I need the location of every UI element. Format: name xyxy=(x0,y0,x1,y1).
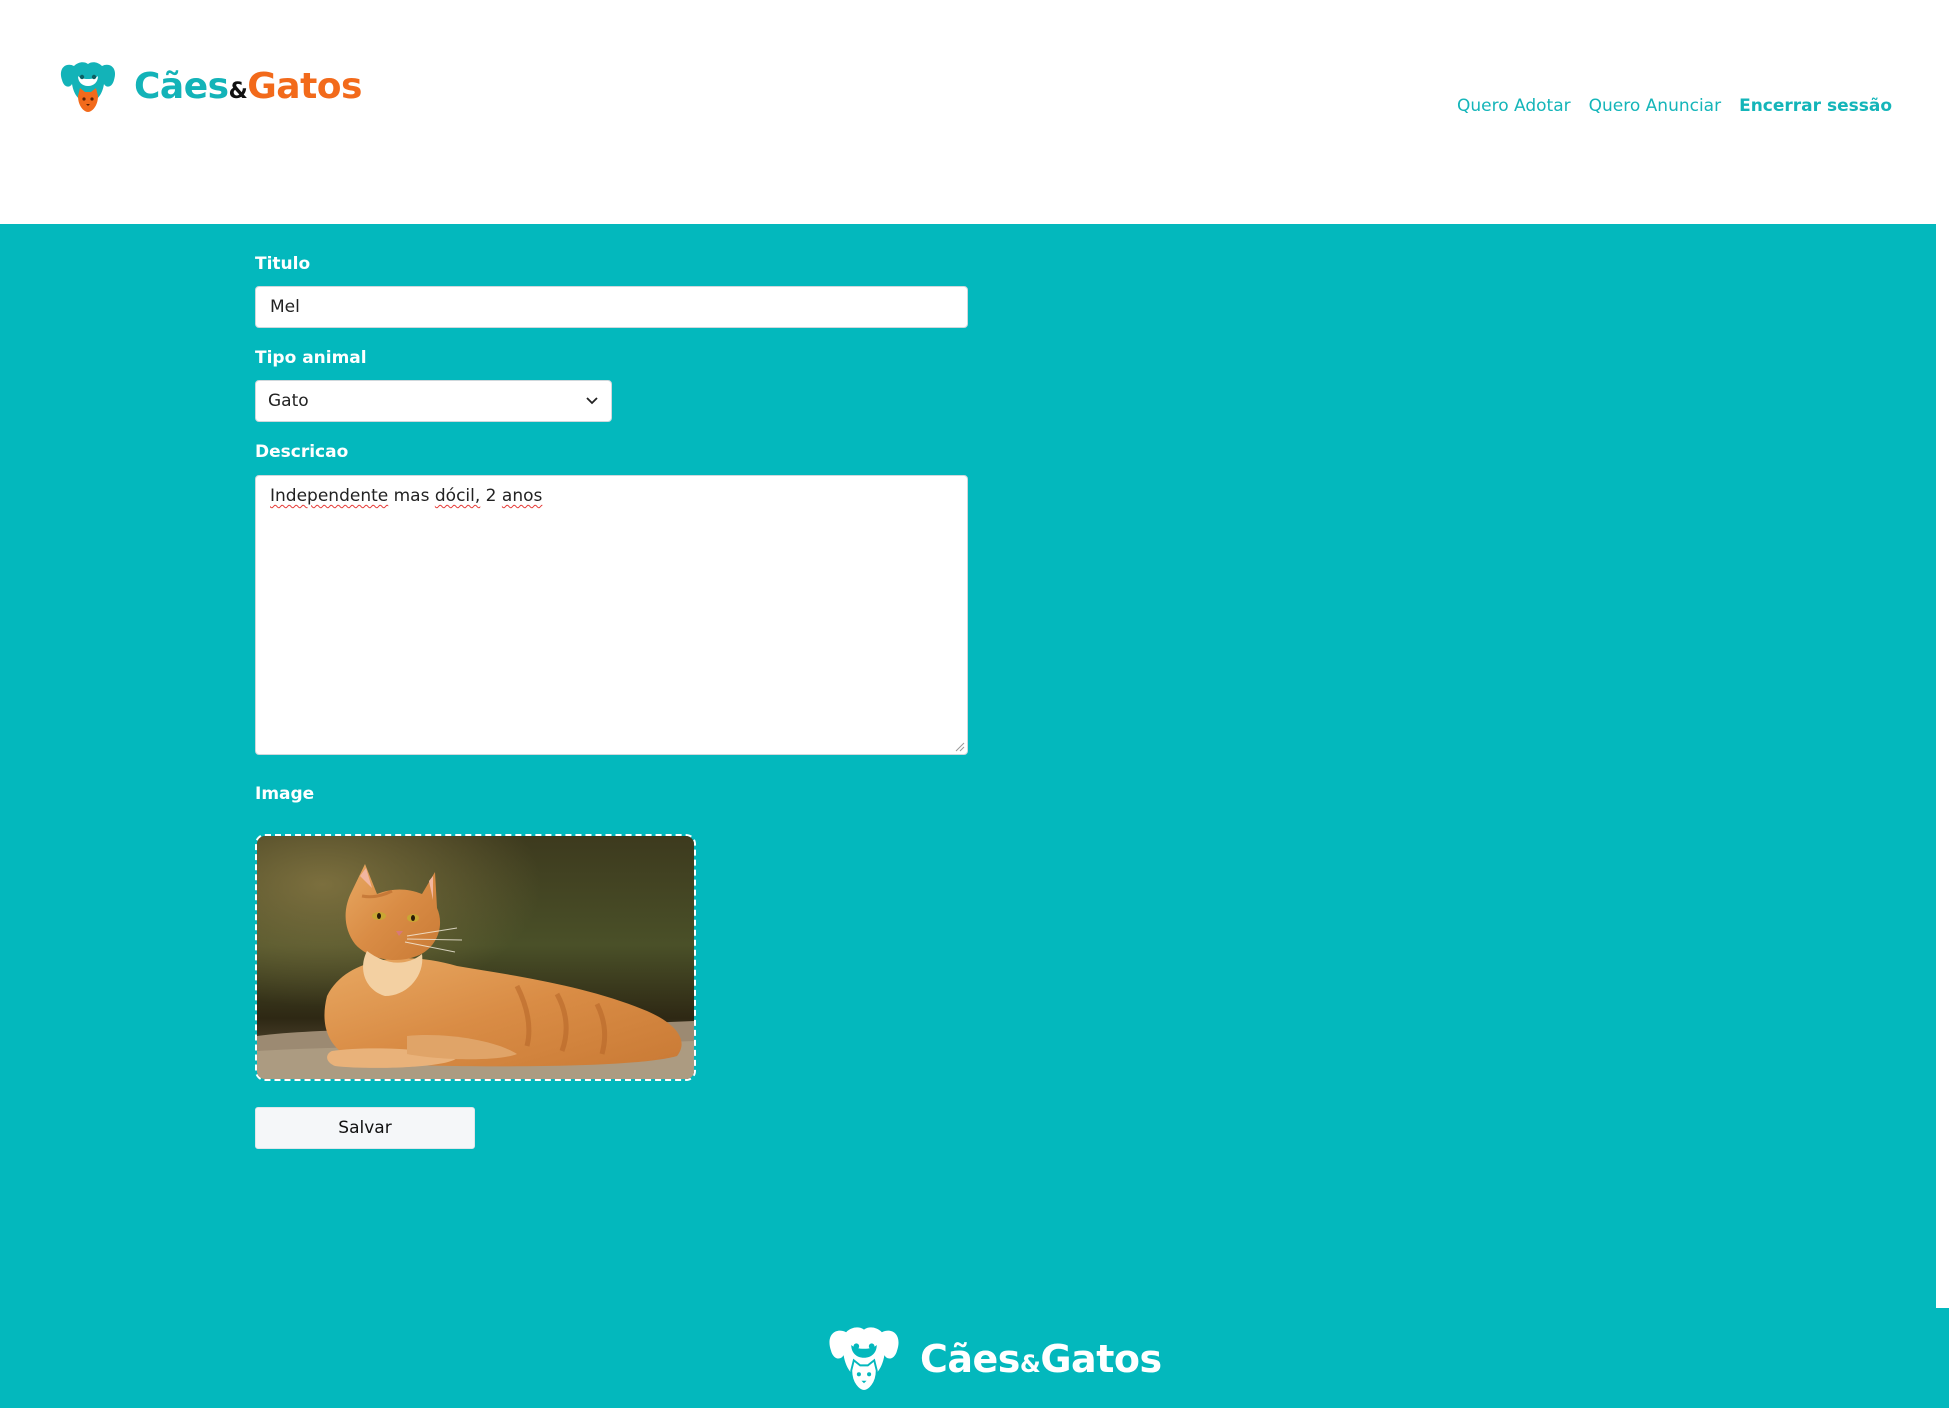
description-word: anos xyxy=(501,486,543,506)
dog-cat-heart-icon xyxy=(60,62,116,112)
brand-ampersand: & xyxy=(228,79,248,104)
description-word: dócil, xyxy=(434,486,481,506)
description-label: Descricao xyxy=(255,442,349,462)
description-word: 2 xyxy=(485,486,497,506)
nav-quero-anunciar[interactable]: Quero Anunciar xyxy=(1589,96,1721,116)
animal-type-select[interactable]: Gato xyxy=(255,380,612,422)
site-header: Cães&Gatos Quero Adotar Quero Anunciar E… xyxy=(0,0,1949,224)
image-label: Image xyxy=(255,784,315,804)
footer-edge xyxy=(1936,1308,1949,1408)
dog-cat-heart-icon xyxy=(829,1327,899,1392)
brand-name-part1: Cães xyxy=(134,66,229,107)
title-input[interactable]: Mel xyxy=(255,286,968,328)
title-input-value: Mel xyxy=(270,297,300,317)
top-nav: Quero Adotar Quero Anunciar Encerrar ses… xyxy=(1457,96,1892,116)
description-word: Independente xyxy=(270,486,389,506)
brand-logo[interactable]: Cães&Gatos xyxy=(56,58,362,116)
nav-encerrar-sessao[interactable]: Encerrar sessão xyxy=(1739,96,1892,116)
chevron-down-icon xyxy=(586,397,598,405)
footer-brand-ampersand: & xyxy=(1019,1350,1041,1378)
save-button[interactable]: Salvar xyxy=(255,1107,475,1149)
pet-photo xyxy=(257,836,694,1079)
animal-type-label: Tipo animal xyxy=(255,348,367,368)
brand-name: Cães&Gatos xyxy=(134,69,362,105)
description-word: mas xyxy=(393,486,430,506)
title-label: Titulo xyxy=(255,254,311,274)
animal-type-selected: Gato xyxy=(268,391,309,411)
image-upload-dropzone[interactable] xyxy=(255,834,696,1081)
footer-brand-part2: Gatos xyxy=(1040,1337,1162,1381)
resize-handle-icon[interactable] xyxy=(955,742,965,752)
brand-name-part2: Gatos xyxy=(247,66,362,107)
nav-quero-adotar[interactable]: Quero Adotar xyxy=(1457,96,1571,116)
footer-logo[interactable]: Cães&Gatos xyxy=(820,1322,1162,1396)
footer-brand-part1: Cães xyxy=(920,1337,1020,1381)
description-textarea[interactable]: Independente mas dócil, 2 anos xyxy=(255,475,968,755)
footer-brand-name: Cães&Gatos xyxy=(920,1340,1162,1378)
